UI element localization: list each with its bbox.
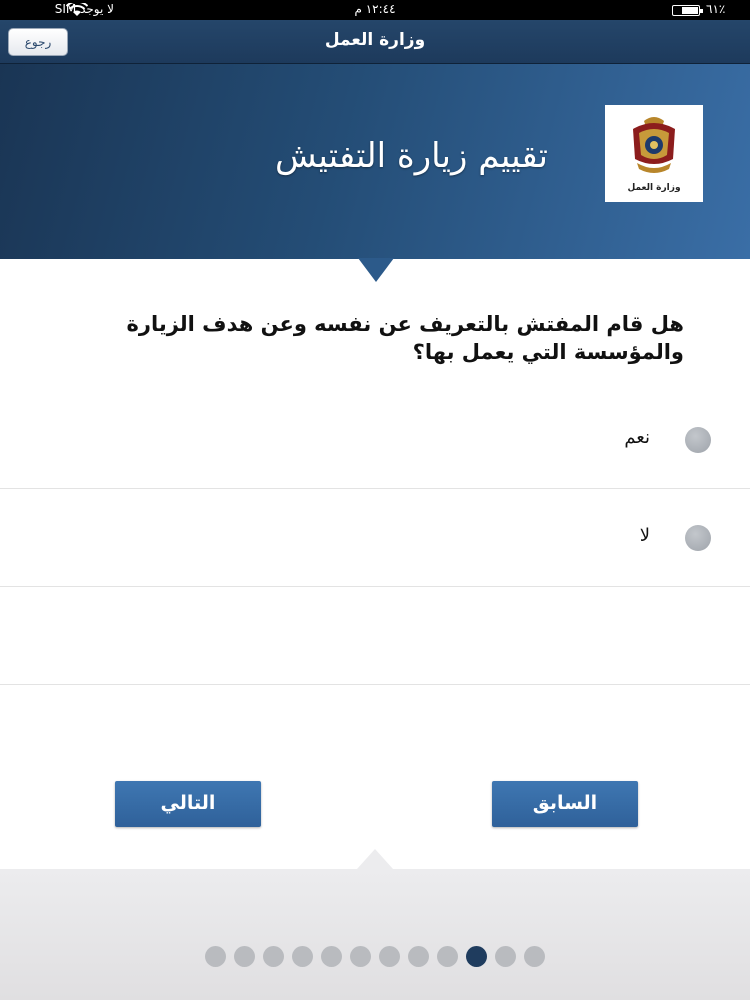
page-dot[interactable] bbox=[466, 946, 487, 967]
empty-row bbox=[0, 587, 750, 685]
footer bbox=[0, 869, 750, 1000]
page-dot[interactable] bbox=[263, 946, 284, 967]
page-dot[interactable] bbox=[408, 946, 429, 967]
footer-pointer bbox=[357, 849, 393, 869]
option-yes[interactable]: نعم bbox=[0, 391, 750, 489]
page-dot[interactable] bbox=[495, 946, 516, 967]
clock: ١٢:٤٤ م bbox=[354, 2, 396, 16]
page-dot[interactable] bbox=[292, 946, 313, 967]
battery-icon bbox=[672, 5, 703, 16]
next-button[interactable]: التالي bbox=[115, 781, 261, 827]
page-dot[interactable] bbox=[234, 946, 255, 967]
navigation-bar: رجوع وزارة العمل bbox=[0, 20, 750, 64]
page-title: تقييم زيارة التفتيش bbox=[274, 136, 548, 176]
radio-button[interactable] bbox=[685, 427, 711, 453]
battery-percent: ٪٦١ bbox=[706, 2, 726, 16]
page-dot[interactable] bbox=[205, 946, 226, 967]
page-dot[interactable] bbox=[350, 946, 371, 967]
radio-button[interactable] bbox=[685, 525, 711, 551]
nav-title: وزارة العمل bbox=[324, 30, 426, 50]
header-banner: تقييم زيارة التفتيش وزارة العمل bbox=[0, 64, 750, 259]
banner-pointer bbox=[358, 258, 394, 282]
option-label: نعم bbox=[624, 427, 650, 448]
ministry-logo: وزارة العمل bbox=[605, 105, 703, 202]
question-text: هل قام المفتش بالتعريف عن نفسه وعن هدف ا… bbox=[126, 312, 684, 364]
previous-button[interactable]: السابق bbox=[492, 781, 638, 827]
page-dot[interactable] bbox=[524, 946, 545, 967]
status-bar: لا يوجد SIM ١٢:٤٤ م ٪٦١ bbox=[0, 0, 750, 20]
logo-caption: وزارة العمل bbox=[627, 183, 681, 193]
page-dot[interactable] bbox=[379, 946, 400, 967]
page-indicator bbox=[0, 946, 750, 968]
option-label: لا bbox=[639, 525, 650, 546]
option-no[interactable]: لا bbox=[0, 489, 750, 587]
coat-of-arms-icon bbox=[633, 117, 675, 173]
page-dot[interactable] bbox=[321, 946, 342, 967]
page-dot[interactable] bbox=[437, 946, 458, 967]
